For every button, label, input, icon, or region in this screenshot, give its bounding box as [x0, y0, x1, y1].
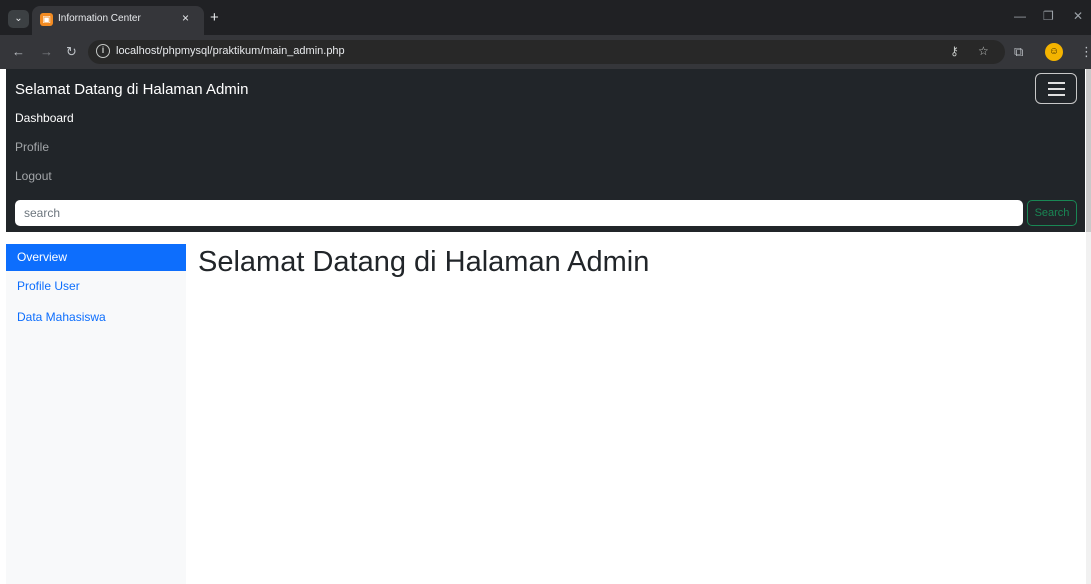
site-favicon-icon: ▣ — [40, 13, 53, 26]
reload-icon[interactable]: ↻ — [66, 44, 77, 60]
address-bar[interactable]: i localhost/phpmysql/praktikum/main_admi… — [88, 40, 1005, 64]
page-title: Selamat Datang di Halaman Admin — [198, 246, 650, 278]
minimize-icon[interactable]: — — [1014, 9, 1026, 23]
nav-link-logout[interactable]: Logout — [15, 169, 52, 183]
browser-toolbar: ← → ↻ i localhost/phpmysql/praktikum/mai… — [0, 35, 1091, 69]
password-key-icon[interactable]: ⚷ — [950, 44, 959, 58]
navbar-brand[interactable]: Selamat Datang di Halaman Admin — [15, 81, 248, 98]
hamburger-icon — [1048, 88, 1065, 90]
back-icon[interactable]: ← — [12, 44, 25, 59]
profile-avatar-icon[interactable]: ☺ — [1045, 43, 1063, 61]
hamburger-icon — [1048, 82, 1065, 84]
tab-title: Information Center — [58, 13, 141, 24]
scrollbar-thumb[interactable] — [1086, 69, 1091, 232]
browser-tab[interactable]: ▣ Information Center × — [32, 6, 204, 35]
sidebar: Overview Profile User Data Mahasiswa — [6, 244, 186, 584]
hamburger-icon — [1048, 94, 1065, 96]
forward-icon[interactable]: → — [40, 44, 53, 59]
close-window-icon[interactable]: ✕ — [1073, 9, 1083, 23]
nav-link-profile[interactable]: Profile — [15, 140, 49, 154]
sidebar-item-profile-user[interactable]: Profile User — [6, 273, 186, 300]
bookmark-star-icon[interactable]: ☆ — [978, 44, 989, 58]
admin-navbar: Selamat Datang di Halaman Admin Dashboar… — [6, 69, 1085, 232]
nav-link-dashboard[interactable]: Dashboard — [15, 111, 74, 125]
restore-icon[interactable]: ❐ — [1043, 9, 1054, 23]
search-input[interactable] — [15, 200, 1023, 226]
browser-tab-bar: ⌄ ▣ Information Center × + — ❐ ✕ — [0, 0, 1091, 35]
sidebar-item-overview[interactable]: Overview — [6, 244, 186, 271]
new-tab-icon[interactable]: + — [210, 9, 219, 26]
search-button[interactable]: Search — [1027, 200, 1077, 226]
tab-search-chevron-icon[interactable]: ⌄ — [8, 10, 29, 28]
url-text: localhost/phpmysql/praktikum/main_admin.… — [116, 45, 345, 57]
sidebar-item-data-mahasiswa[interactable]: Data Mahasiswa — [6, 304, 186, 331]
menu-kebab-icon[interactable]: ⋮ — [1080, 44, 1091, 60]
tab-close-icon[interactable]: × — [182, 11, 189, 25]
page-scrollbar[interactable] — [1086, 69, 1091, 584]
extensions-icon[interactable]: ⧉ — [1014, 44, 1023, 60]
site-info-icon[interactable]: i — [96, 44, 110, 58]
navbar-toggler-button[interactable] — [1035, 73, 1077, 104]
